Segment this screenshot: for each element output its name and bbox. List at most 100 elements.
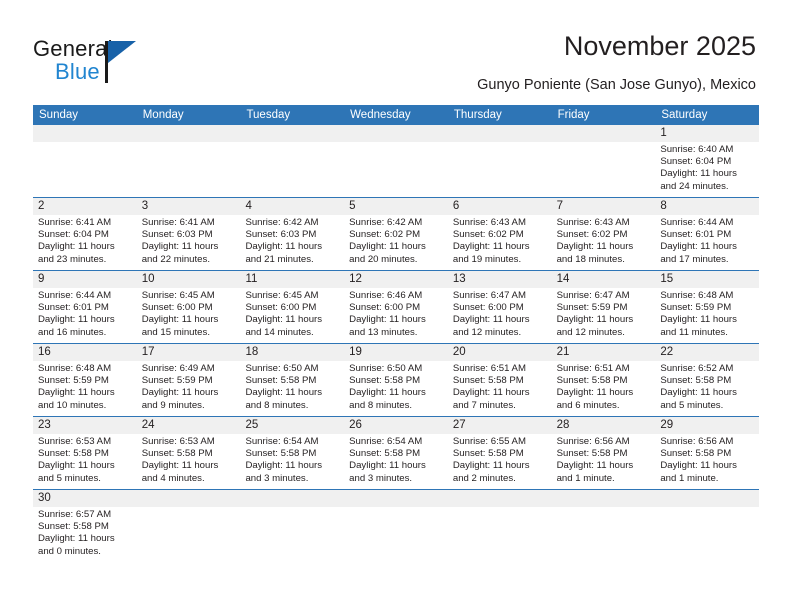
day-sun-info: Sunrise: 6:57 AM Sunset: 5:58 PM Daylight:… xyxy=(38,507,132,558)
calendar-day-cell[interactable]: 21 Sunrise: 6:51 AM Sunset: 5:58 PM Dayligh… xyxy=(552,344,656,416)
calendar-day-cell[interactable]: 7 Sunrise: 6:43 AM Sunset: 6:02 PM Daylight… xyxy=(552,198,656,270)
daylight-text-line2: and 1 minute. xyxy=(556,472,615,484)
day-sun-info: Sunrise: 6:56 AM Sunset: 5:58 PM Daylight:… xyxy=(660,434,754,485)
daylight-text-line2: and 10 minutes. xyxy=(38,399,107,411)
calendar-week-row: 30 Sunrise: 6:57 AM Sunset: 5:58 PM Dayligh… xyxy=(33,489,759,562)
calendar-day-cell[interactable]: 26 Sunrise: 6:54 AM Sunset: 5:58 PM Dayligh… xyxy=(344,417,448,489)
calendar-day-cell[interactable]: 23 Sunrise: 6:53 AM Sunset: 5:58 PM Dayligh… xyxy=(33,417,137,489)
sunrise-text: Sunrise: 6:41 AM xyxy=(38,217,112,228)
daylight-text-line1: Daylight: 11 hours xyxy=(556,314,634,326)
calendar-day-cell[interactable]: 30 Sunrise: 6:57 AM Sunset: 5:58 PM Dayligh… xyxy=(33,490,137,562)
daylight-text-line1: Daylight: 11 hours xyxy=(245,460,323,472)
calendar-day-cell[interactable]: 25 Sunrise: 6:54 AM Sunset: 5:58 PM Dayligh… xyxy=(240,417,344,489)
day-number: 21 xyxy=(556,346,570,358)
calendar-cell-empty xyxy=(448,125,552,197)
calendar-day-cell[interactable]: 2 Sunrise: 6:41 AM Sunset: 6:04 PM Daylight… xyxy=(33,198,137,270)
daylight-text-line2: and 0 minutes. xyxy=(38,545,101,557)
day-number: 3 xyxy=(141,200,149,212)
day-number: 30 xyxy=(38,492,51,504)
daylight-text-line1: Daylight: 11 hours xyxy=(349,460,426,472)
day-number: 25 xyxy=(245,419,259,431)
calendar-day-cell[interactable]: 22 Sunrise: 6:52 AM Sunset: 5:58 PM Dayligh… xyxy=(655,344,759,416)
day-number: 16 xyxy=(38,346,51,358)
calendar-day-cell[interactable]: 17 Sunrise: 6:49 AM Sunset: 5:59 PM Dayligh… xyxy=(137,344,241,416)
daylight-text-line2: and 15 minutes. xyxy=(141,326,210,338)
day-sun-info: Sunrise: 6:49 AM Sunset: 5:59 PM Daylight:… xyxy=(142,361,236,412)
calendar-day-cell[interactable]: 12 Sunrise: 6:46 AM Sunset: 6:00 PM Dayligh… xyxy=(344,271,448,343)
brand-logo[interactable]: General Blue xyxy=(33,38,233,90)
page-header: General Blue November 2025 Gunyo Ponient… xyxy=(0,0,792,100)
calendar-day-cell[interactable]: 14 Sunrise: 6:47 AM Sunset: 5:59 PM Dayligh… xyxy=(552,271,656,343)
weekday-sunday: Sunday xyxy=(39,109,79,121)
calendar-day-cell[interactable]: 5 Sunrise: 6:42 AM Sunset: 6:02 PM Daylight… xyxy=(344,198,448,270)
calendar-week-row: 9 Sunrise: 6:44 AM Sunset: 6:01 PM Daylight… xyxy=(33,270,759,343)
calendar-day-cell[interactable]: 15 Sunrise: 6:48 AM Sunset: 5:59 PM Dayligh… xyxy=(655,271,759,343)
calendar-day-cell[interactable]: 11 Sunrise: 6:45 AM Sunset: 6:00 PM Dayligh… xyxy=(240,271,344,343)
calendar-day-cell[interactable]: 10 Sunrise: 6:45 AM Sunset: 6:00 PM Dayligh… xyxy=(137,271,241,343)
sunset-text: Sunset: 5:59 PM xyxy=(660,302,732,314)
daylight-text-line2: and 24 minutes. xyxy=(660,180,729,192)
calendar-row: 2 Sunrise: 6:41 AM Sunset: 6:04 PM Daylight… xyxy=(33,198,759,270)
calendar-week-row: 1 Sunrise: 6:40 AM Sunset: 6:04 PM Daylight… xyxy=(33,125,759,197)
day-number: 23 xyxy=(38,419,51,431)
calendar-cell-empty xyxy=(552,125,656,197)
daylight-text-line1: Daylight: 11 hours xyxy=(556,460,634,472)
day-number: 1 xyxy=(660,127,667,139)
daylight-text-line1: Daylight: 11 hours xyxy=(141,241,219,253)
calendar-day-cell[interactable]: 28 Sunrise: 6:56 AM Sunset: 5:58 PM Dayligh… xyxy=(552,417,656,489)
sunrise-text: Sunrise: 6:40 AM xyxy=(660,144,734,155)
day-number: 10 xyxy=(141,273,155,285)
calendar-day-cell[interactable]: 20 Sunrise: 6:51 AM Sunset: 5:58 PM Dayligh… xyxy=(448,344,552,416)
calendar-day-cell[interactable]: 3 Sunrise: 6:41 AM Sunset: 6:03 PM Daylight… xyxy=(137,198,241,270)
sunrise-text: Sunrise: 6:50 AM xyxy=(245,363,319,374)
sunrise-text: Sunrise: 6:43 AM xyxy=(556,217,630,228)
day-sun-info: Sunrise: 6:52 AM Sunset: 5:58 PM Daylight:… xyxy=(660,361,754,412)
sunset-text: Sunset: 5:59 PM xyxy=(141,375,213,387)
daylight-text-line2: and 18 minutes. xyxy=(556,253,625,265)
day-number: 9 xyxy=(38,273,45,285)
calendar-day-cell[interactable]: 27 Sunrise: 6:55 AM Sunset: 5:58 PM Dayligh… xyxy=(448,417,552,489)
day-number: 29 xyxy=(660,419,674,431)
calendar-day-cell[interactable]: 1 Sunrise: 6:40 AM Sunset: 6:04 PM Daylight… xyxy=(655,125,759,197)
weekday-wednesday: Wednesday xyxy=(350,109,411,121)
daylight-text-line1: Daylight: 11 hours xyxy=(349,314,426,326)
calendar-cell-empty xyxy=(240,125,344,197)
daylight-text-line2: and 1 minute. xyxy=(660,472,719,484)
daylight-text-line2: and 20 minutes. xyxy=(349,253,418,265)
day-number: 2 xyxy=(38,200,45,212)
calendar-day-cell[interactable]: 29 Sunrise: 6:56 AM Sunset: 5:58 PM Dayligh… xyxy=(655,417,759,489)
sunset-text: Sunset: 5:58 PM xyxy=(452,375,524,387)
calendar-day-cell[interactable]: 9 Sunrise: 6:44 AM Sunset: 6:01 PM Daylight… xyxy=(33,271,137,343)
daylight-text-line2: and 3 minutes. xyxy=(245,472,309,484)
calendar-weeks: 1 Sunrise: 6:40 AM Sunset: 6:04 PM Daylight… xyxy=(33,125,759,562)
calendar-row: 23 Sunrise: 6:53 AM Sunset: 5:58 PM Dayligh… xyxy=(33,417,759,489)
day-sun-info: Sunrise: 6:44 AM Sunset: 6:01 PM Daylight:… xyxy=(660,215,754,266)
page-title: November 2025 xyxy=(563,31,756,61)
calendar-day-cell[interactable]: 18 Sunrise: 6:50 AM Sunset: 5:58 PM Dayligh… xyxy=(240,344,344,416)
day-sun-info: Sunrise: 6:48 AM Sunset: 5:59 PM Daylight:… xyxy=(38,361,132,412)
calendar-day-cell[interactable]: 6 Sunrise: 6:43 AM Sunset: 6:02 PM Daylight… xyxy=(448,198,552,270)
daylight-text-line1: Daylight: 11 hours xyxy=(141,314,219,326)
sunrise-text: Sunrise: 6:57 AM xyxy=(38,509,112,520)
calendar-day-cell[interactable]: 19 Sunrise: 6:50 AM Sunset: 5:58 PM Dayligh… xyxy=(344,344,448,416)
sunset-text: Sunset: 6:02 PM xyxy=(349,229,421,241)
calendar-day-cell[interactable]: 16 Sunrise: 6:48 AM Sunset: 5:59 PM Dayligh… xyxy=(33,344,137,416)
daylight-text-line1: Daylight: 11 hours xyxy=(660,460,737,472)
calendar-day-cell[interactable]: 13 Sunrise: 6:47 AM Sunset: 6:00 PM Dayligh… xyxy=(448,271,552,343)
day-number: 8 xyxy=(660,200,667,212)
sunset-text: Sunset: 5:58 PM xyxy=(660,375,732,387)
sunset-text: Sunset: 6:00 PM xyxy=(349,302,421,314)
daylight-text-line2: and 22 minutes. xyxy=(141,253,210,265)
calendar-day-cell[interactable]: 24 Sunrise: 6:53 AM Sunset: 5:58 PM Dayligh… xyxy=(137,417,241,489)
day-sun-info: Sunrise: 6:54 AM Sunset: 5:58 PM Daylight:… xyxy=(245,434,339,485)
day-sun-info: Sunrise: 6:50 AM Sunset: 5:58 PM Daylight:… xyxy=(349,361,443,412)
sunrise-text: Sunrise: 6:51 AM xyxy=(556,363,630,374)
daylight-text-line1: Daylight: 11 hours xyxy=(245,314,323,326)
calendar-day-cell[interactable]: 4 Sunrise: 6:42 AM Sunset: 6:03 PM Daylight… xyxy=(240,198,344,270)
daylight-text-line1: Daylight: 11 hours xyxy=(452,241,530,253)
sunrise-text: Sunrise: 6:41 AM xyxy=(141,217,215,228)
daylight-text-line2: and 13 minutes. xyxy=(349,326,418,338)
calendar-day-cell[interactable]: 8 Sunrise: 6:44 AM Sunset: 6:01 PM Daylight… xyxy=(655,198,759,270)
sunrise-text: Sunrise: 6:45 AM xyxy=(245,290,319,301)
weekday-header-row: Sunday Monday Tuesday Wednesday Thursday… xyxy=(33,105,759,125)
